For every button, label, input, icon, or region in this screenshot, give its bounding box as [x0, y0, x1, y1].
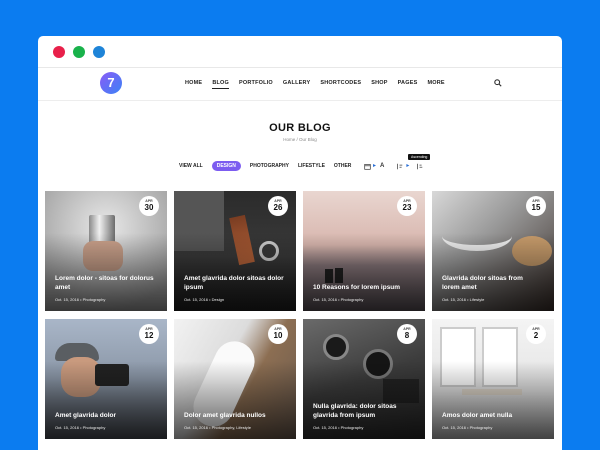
date-badge: APR 2: [526, 324, 546, 344]
post-title[interactable]: Amet glavrida dolor sitoas dolor ipsum: [184, 275, 284, 292]
post-title[interactable]: 10 Reasons for lorem ipsum: [313, 284, 413, 293]
post-card[interactable]: APR 23 10 Reasons for lorem ipsum Oct. 1…: [303, 191, 425, 311]
post-meta: Oct. 15, 2016 • Photography: [442, 425, 493, 430]
date-badge: APR 26: [268, 196, 288, 216]
post-card[interactable]: APR 10 Dolor amet glavrida nullos Oct. 1…: [174, 319, 296, 439]
page-title: OUR BLOG: [269, 122, 331, 134]
menu-item-pages[interactable]: PAGES: [398, 80, 418, 89]
post-meta: Oct. 15, 2016 • Photography: [313, 297, 364, 302]
sort-tools: ▸ A ▸: [364, 162, 423, 170]
sort-by-name[interactable]: A: [380, 162, 384, 170]
menu-item-more[interactable]: MORE: [427, 80, 444, 89]
post-title[interactable]: Nulla glavrida: dolor sitoas glavrida fr…: [313, 403, 413, 420]
date-badge: APR 12: [139, 324, 159, 344]
filter-photography[interactable]: PHOTOGRAPHY: [250, 161, 289, 171]
browser-window: 7 HOME BLOG PORTFOLIO GALLERY SHORTCODES…: [38, 36, 562, 450]
date-badge: APR 15: [526, 196, 546, 216]
date-badge: APR 23: [397, 196, 417, 216]
window-titlebar: [38, 36, 562, 68]
post-meta: Oct. 15, 2016 • Design: [184, 297, 225, 302]
sort-tooltip: Ascending: [408, 154, 431, 160]
date-badge: APR 8: [397, 324, 417, 344]
menu-item-gallery[interactable]: GALLERY: [283, 80, 310, 89]
minimize-window-button[interactable]: [93, 46, 105, 58]
menu-item-blog[interactable]: BLOG: [212, 80, 230, 89]
post-card[interactable]: APR 30 Lorem dolor - sitoas for dolorus …: [45, 191, 167, 311]
post-meta: Oct. 15, 2016 • Lifestyle: [442, 297, 485, 302]
post-meta: Oct. 15, 2016 • Photography: [55, 425, 106, 430]
sort-descending-icon[interactable]: [416, 163, 423, 170]
site-logo[interactable]: 7: [100, 72, 122, 94]
post-meta: Oct. 15, 2016 • Photography, Lifestyle: [184, 425, 251, 430]
main-menu: HOME BLOG PORTFOLIO GALLERY SHORTCODES S…: [185, 80, 455, 89]
post-title[interactable]: Amos dolor amet nulla: [442, 412, 542, 421]
filter-lifestyle[interactable]: LIFESTYLE: [298, 161, 325, 171]
filter-other[interactable]: OTHER: [334, 161, 352, 171]
post-card[interactable]: APR 15 Glavrida dolor sitoas from lorem …: [432, 191, 554, 311]
search-icon[interactable]: [494, 79, 502, 87]
post-title[interactable]: Dolor amet glavrida nullos: [184, 412, 284, 421]
menu-item-home[interactable]: HOME: [185, 80, 202, 89]
close-window-button[interactable]: [53, 46, 65, 58]
sort-toggle-icon[interactable]: ▸: [373, 162, 376, 170]
category-filters: VIEW ALL DESIGN PHOTOGRAPHY LIFESTYLE OT…: [179, 161, 360, 171]
menu-item-shop[interactable]: SHOP: [371, 80, 387, 89]
date-badge: APR 10: [268, 324, 288, 344]
menu-item-portfolio[interactable]: PORTFOLIO: [239, 80, 273, 89]
post-card[interactable]: APR 2 Amos dolor amet nulla Oct. 15, 201…: [432, 319, 554, 439]
calendar-icon[interactable]: [364, 163, 371, 170]
post-card[interactable]: APR 12 Amet glavrida dolor Oct. 15, 2016…: [45, 319, 167, 439]
site-navbar: 7 HOME BLOG PORTFOLIO GALLERY SHORTCODES…: [38, 68, 562, 101]
post-meta: Oct. 15, 2016 • Photography: [313, 425, 364, 430]
maximize-window-button[interactable]: [73, 46, 85, 58]
menu-item-shortcodes[interactable]: SHORTCODES: [320, 80, 361, 89]
filter-design[interactable]: DESIGN: [211, 161, 241, 171]
breadcrumb: Home / Our Blog: [283, 137, 317, 142]
post-card[interactable]: APR 26 Amet glavrida dolor sitoas dolor …: [174, 191, 296, 311]
post-title[interactable]: Glavrida dolor sitoas from lorem amet: [442, 275, 542, 292]
post-meta: Oct. 15, 2016 • Photography: [55, 297, 106, 302]
post-title[interactable]: Lorem dolor - sitoas for dolorus amet: [55, 275, 155, 292]
post-title[interactable]: Amet glavrida dolor: [55, 412, 155, 421]
filter-view-all[interactable]: VIEW ALL: [179, 161, 203, 171]
sort-direction-icon[interactable]: ▸: [406, 162, 409, 170]
sort-ascending-icon[interactable]: [396, 163, 403, 170]
date-badge: APR 30: [139, 196, 159, 216]
post-card[interactable]: APR 8 Nulla glavrida: dolor sitoas glavr…: [303, 319, 425, 439]
